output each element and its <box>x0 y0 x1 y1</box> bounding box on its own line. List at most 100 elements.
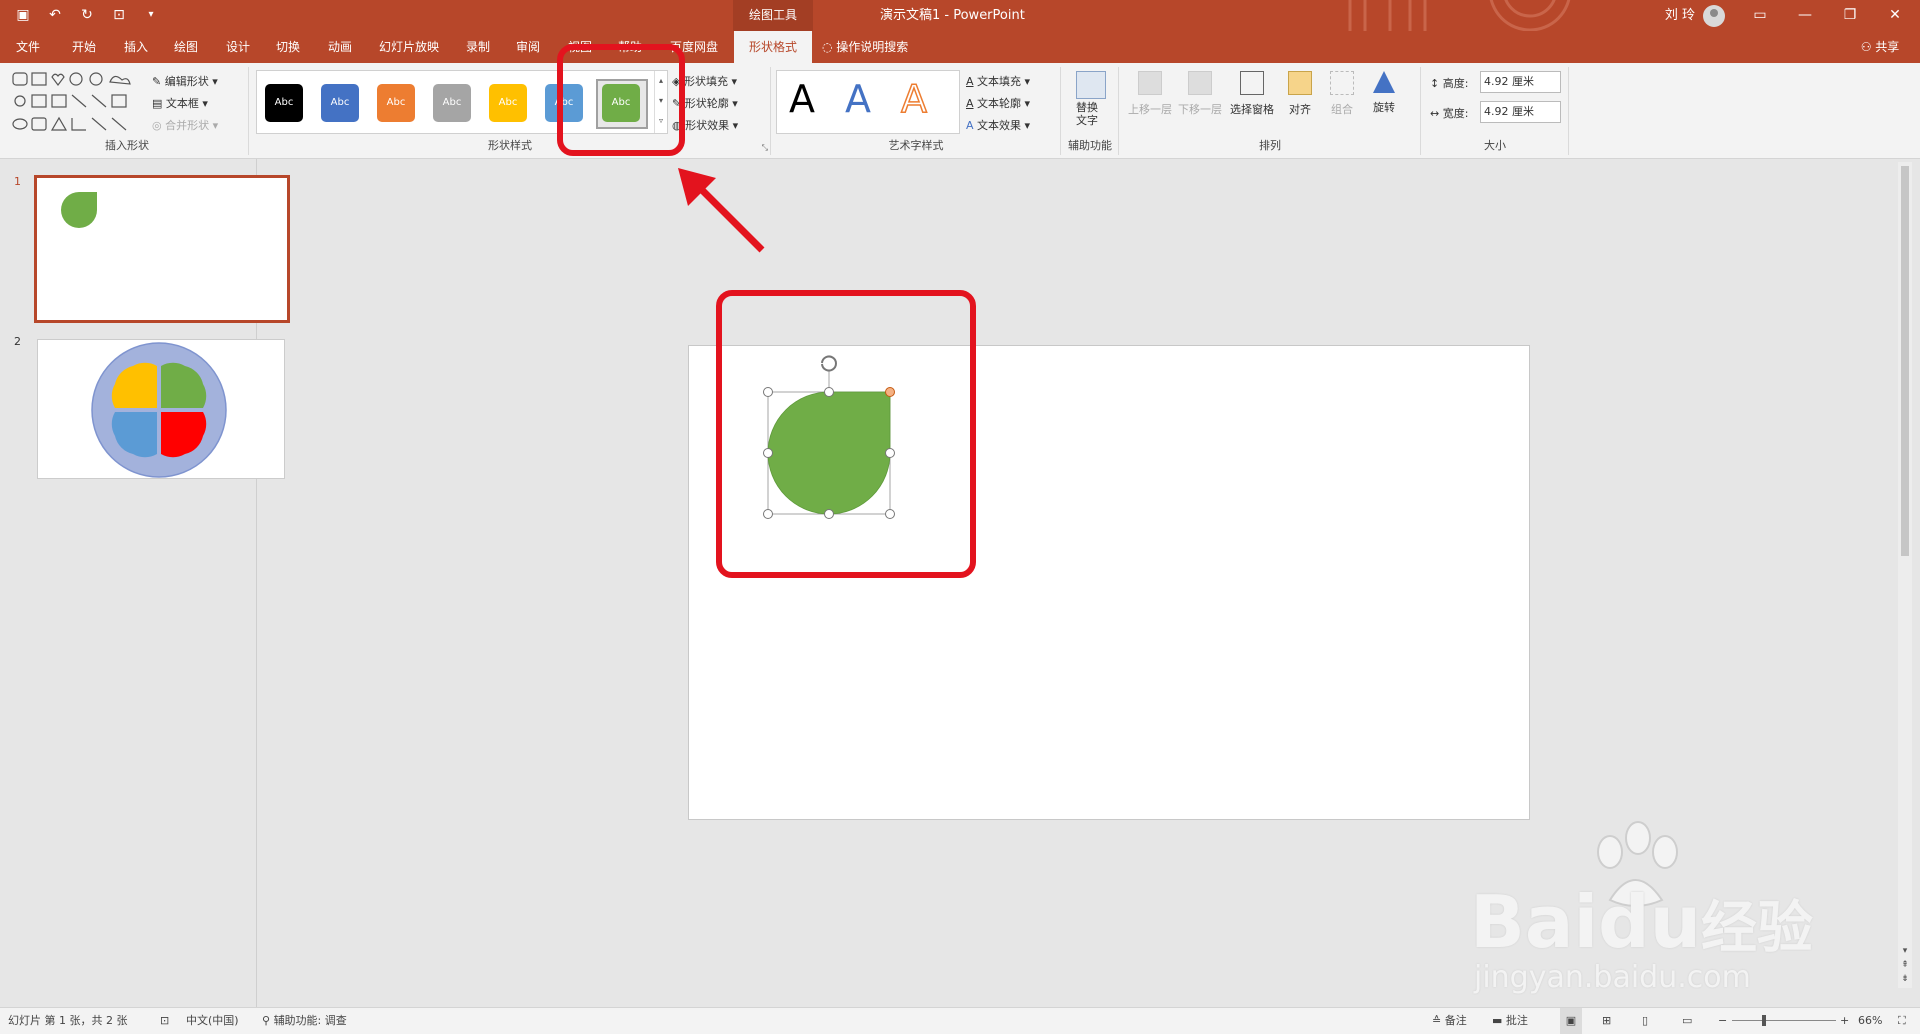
text-fill-button[interactable]: A 文本填充 ▾ <box>966 73 1030 89</box>
alt-text-button[interactable]: 替换 文字 <box>1076 101 1098 127</box>
restore-icon[interactable]: ❐ <box>1830 0 1870 31</box>
alt-text-label-2: 文字 <box>1076 114 1098 127</box>
edit-shape-label: 编辑形状 <box>164 75 209 88</box>
redo-icon[interactable]: ↻ <box>78 6 96 24</box>
shape-style-gold[interactable]: Abc <box>489 84 527 122</box>
zoom-slider[interactable] <box>1732 1008 1836 1034</box>
selection-pane-label: 选择窗格 <box>1230 103 1274 116</box>
text-outline-button[interactable]: A 文本轮廓 ▾ <box>966 95 1030 111</box>
customize-qat-icon[interactable]: ▾ <box>142 6 160 24</box>
thumbnail-slide-1[interactable] <box>34 175 290 323</box>
height-label: ↕ 高度: <box>1430 77 1469 90</box>
comments-button[interactable]: ▬ 批注 <box>1492 1008 1528 1034</box>
height-input[interactable]: 4.92 厘米 <box>1480 71 1561 93</box>
spellcheck-icon[interactable]: ⊡ <box>160 1008 169 1034</box>
text-effects-label: 文本效果 <box>977 119 1022 132</box>
shape-style-blue[interactable]: Abc <box>321 84 359 122</box>
wordart-style-black[interactable]: A <box>789 77 815 121</box>
wordart-style-orange-outline[interactable]: A <box>900 76 928 122</box>
watermark-url: jingyan.baidu.com <box>1474 960 1751 995</box>
send-backward-button[interactable]: 下移一层 <box>1178 71 1222 117</box>
ribbon-tab-bar: 文件 开始 插入 绘图 设计 切换 动画 幻灯片放映 录制 审阅 视图 帮助 百… <box>0 31 1920 63</box>
slide-thumbnail-pane: 1 2 <box>0 159 290 1007</box>
width-label: ↔ 宽度: <box>1430 107 1469 120</box>
language-indicator[interactable]: 中文(中国) <box>186 1008 239 1034</box>
height-value: 4.92 厘米 <box>1484 75 1534 88</box>
tab-shape-format[interactable]: 形状格式 <box>734 31 812 63</box>
zoom-level[interactable]: 66% <box>1858 1008 1882 1034</box>
minimize-icon[interactable]: — <box>1785 0 1825 31</box>
wordart-style-blue[interactable]: A <box>845 77 871 121</box>
save-icon[interactable]: ▣ <box>14 6 32 24</box>
user-account[interactable]: 刘 玲 <box>1665 0 1725 31</box>
tell-me-search-label: 操作说明搜索 <box>836 40 909 54</box>
text-outline-label: 文本轮廓 <box>977 97 1022 110</box>
tab-design[interactable]: 设计 <box>220 31 256 63</box>
accessibility-checker[interactable]: ⚲ 辅助功能: 调查 <box>262 1008 347 1034</box>
accessibility-status: 辅助功能: 调查 <box>273 1014 347 1027</box>
status-bar: 幻灯片 第 1 张，共 2 张 ⊡ 中文(中国) ⚲ 辅助功能: 调查 ≙ 备注… <box>0 1007 1920 1034</box>
reading-view-icon[interactable]: ▯ <box>1642 1008 1648 1034</box>
notes-label: 备注 <box>1444 1014 1467 1027</box>
text-effects-button[interactable]: A 文本效果 ▾ <box>966 117 1030 133</box>
accessibility-group: 替换 文字 辅助功能 <box>1062 67 1119 155</box>
zoom-in-icon[interactable]: + <box>1840 1008 1849 1034</box>
undo-icon[interactable]: ↶ <box>46 6 64 24</box>
selection-pane-button[interactable]: 选择窗格 <box>1228 71 1276 117</box>
shape-style-gray[interactable]: Abc <box>433 84 471 122</box>
width-label-text: 宽度: <box>1442 107 1469 120</box>
thumbnail-number-2: 2 <box>14 335 21 348</box>
ribbon-display-options-icon[interactable]: ▭ <box>1740 0 1780 31</box>
scroll-arrows[interactable]: ▾ ⇞ ⇟ <box>1898 944 1912 986</box>
insert-shapes-group: ✎ 编辑形状 ▾ ▤ 文本框 ▾ ◎ 合并形状 ▾ 插入形状 <box>6 67 249 155</box>
tab-insert[interactable]: 插入 <box>118 31 154 63</box>
vertical-scrollbar[interactable]: ▾ ⇞ ⇟ <box>1898 162 1912 988</box>
alt-text-label-1: 替换 <box>1076 101 1098 114</box>
align-label: 对齐 <box>1289 103 1311 116</box>
tab-review[interactable]: 审阅 <box>510 31 546 63</box>
edit-shape-button[interactable]: ✎ 编辑形状 ▾ <box>152 73 218 89</box>
shapes-gallery[interactable] <box>10 70 146 136</box>
quick-access-toolbar: ▣ ↶ ↻ ⊡ ▾ <box>14 6 160 24</box>
shape-style-black[interactable]: Abc <box>265 84 303 122</box>
shape-style-orange[interactable]: Abc <box>377 84 415 122</box>
width-value: 4.92 厘米 <box>1484 105 1534 118</box>
user-name: 刘 玲 <box>1664 8 1695 23</box>
zoom-out-icon[interactable]: − <box>1718 1008 1727 1034</box>
fit-to-window-icon[interactable]: ⛶ <box>1898 1008 1906 1034</box>
normal-view-icon[interactable]: ▣ <box>1560 1008 1582 1034</box>
wordart-styles-group: A A A A 文本填充 ▾ A 文本轮廓 ▾ A 文本效果 ▾ 艺术字样式 <box>772 67 1061 155</box>
scrollbar-thumb[interactable] <box>1901 166 1909 556</box>
text-box-button[interactable]: ▤ 文本框 ▾ <box>152 95 208 111</box>
thumbnail-slide-2[interactable] <box>37 339 285 479</box>
width-input[interactable]: 4.92 厘米 <box>1480 101 1561 123</box>
title-decoration <box>1348 0 1571 31</box>
accessibility-icon: ⚲ <box>262 1014 274 1027</box>
group-button[interactable]: 组合 <box>1324 71 1360 117</box>
tab-file[interactable]: 文件 <box>10 31 46 63</box>
alt-text-icon[interactable] <box>1076 71 1106 99</box>
document-title: 演示文稿1 - PowerPoint <box>880 8 1025 23</box>
notes-button[interactable]: ≙ 备注 <box>1432 1008 1467 1034</box>
tab-draw[interactable]: 绘图 <box>168 31 204 63</box>
merge-shapes-button[interactable]: ◎ 合并形状 ▾ <box>152 117 218 133</box>
zoom-thumb[interactable] <box>1762 1015 1766 1026</box>
bring-forward-label: 上移一层 <box>1128 103 1172 116</box>
slide-sorter-icon[interactable]: ⊞ <box>1602 1008 1611 1034</box>
share-button[interactable]: ⚇ 共享 <box>1850 31 1910 63</box>
rotate-button[interactable]: 旋转 <box>1366 71 1402 115</box>
start-from-beginning-icon[interactable]: ⊡ <box>110 6 128 24</box>
close-icon[interactable]: ✕ <box>1875 0 1915 31</box>
tell-me-search[interactable]: ◌ 操作说明搜索 <box>822 31 932 63</box>
tab-animations[interactable]: 动画 <box>322 31 358 63</box>
dialog-launcher-icon[interactable]: ⤡ <box>762 143 768 153</box>
tab-home[interactable]: 开始 <box>66 31 102 63</box>
align-button[interactable]: 对齐 <box>1282 71 1318 117</box>
thumbnail-teardrop-shape <box>61 192 97 228</box>
slideshow-view-icon[interactable]: ▭ <box>1682 1008 1692 1034</box>
tab-record[interactable]: 录制 <box>460 31 496 63</box>
watermark-bai: Bai <box>1470 880 1599 964</box>
tab-slideshow[interactable]: 幻灯片放映 <box>374 31 444 63</box>
bring-forward-button[interactable]: 上移一层 <box>1128 71 1172 117</box>
tab-transitions[interactable]: 切换 <box>270 31 306 63</box>
